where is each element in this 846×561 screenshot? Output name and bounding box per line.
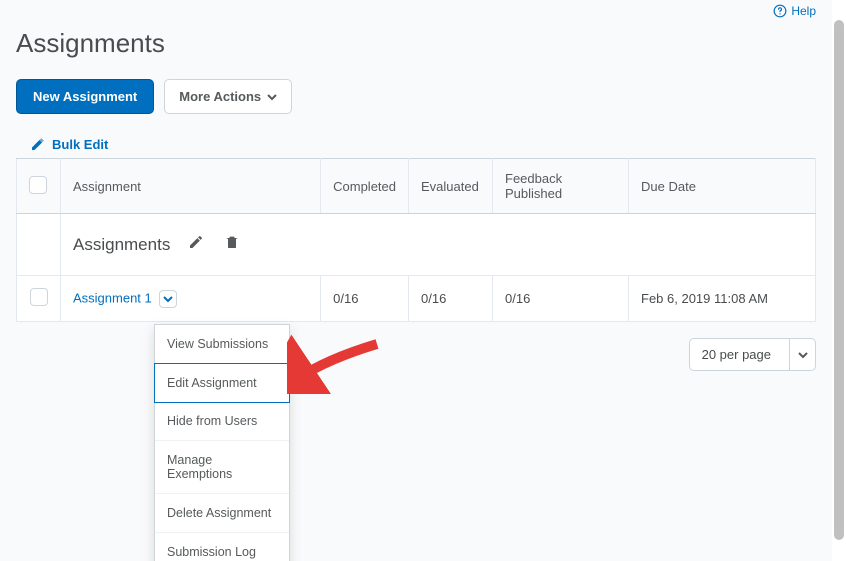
chevron-down-icon — [798, 350, 808, 360]
bulk-edit-label: Bulk Edit — [52, 137, 108, 152]
chevron-down-icon — [163, 294, 173, 304]
action-toolbar: New Assignment More Actions — [16, 79, 816, 114]
table-row: Assignment 1 0/16 0/16 0/16 Feb 6, 2019 … — [17, 276, 816, 322]
cell-completed: 0/16 — [321, 276, 409, 322]
pencil-icon — [188, 234, 204, 250]
menu-edit-assignment[interactable]: Edit Assignment — [154, 363, 290, 403]
category-row: Assignments — [17, 214, 816, 276]
header-due: Due Date — [629, 159, 816, 214]
chevron-down-icon — [267, 92, 277, 102]
bulk-edit-link[interactable]: Bulk Edit — [30, 136, 108, 152]
table-header-row: Assignment Completed Evaluated Feedback … — [17, 159, 816, 214]
row-checkbox[interactable] — [30, 288, 48, 306]
pager: 20 per page — [16, 338, 816, 371]
assignment-actions-button[interactable] — [159, 290, 177, 308]
assignments-table: Assignment Completed Evaluated Feedback … — [16, 158, 816, 322]
menu-view-submissions[interactable]: View Submissions — [155, 325, 289, 364]
page-title: Assignments — [16, 28, 816, 59]
trash-icon — [224, 234, 240, 250]
category-title: Assignments — [73, 235, 170, 254]
edit-category-button[interactable] — [188, 234, 206, 252]
help-icon — [773, 4, 787, 18]
header-assignment: Assignment — [61, 159, 321, 214]
header-evaluated: Evaluated — [409, 159, 493, 214]
header-feedback: Feedback Published — [493, 159, 629, 214]
new-assignment-button[interactable]: New Assignment — [16, 79, 154, 114]
menu-hide-from-users[interactable]: Hide from Users — [155, 402, 289, 441]
menu-manage-exemptions[interactable]: Manage Exemptions — [155, 441, 289, 494]
header-completed: Completed — [321, 159, 409, 214]
select-all-checkbox[interactable] — [29, 176, 47, 194]
delete-category-button[interactable] — [224, 234, 242, 252]
menu-delete-assignment[interactable]: Delete Assignment — [155, 494, 289, 533]
bulk-edit-icon — [30, 136, 46, 152]
cell-evaluated: 0/16 — [409, 276, 493, 322]
help-link[interactable]: Help — [773, 4, 816, 18]
scrollbar[interactable] — [832, 0, 846, 561]
per-page-value: 20 per page — [690, 339, 789, 370]
header-select-all — [17, 159, 61, 214]
per-page-select[interactable]: 20 per page — [689, 338, 816, 371]
per-page-caret — [789, 339, 815, 370]
cell-due: Feb 6, 2019 11:08 AM — [629, 276, 816, 322]
more-actions-button[interactable]: More Actions — [164, 79, 292, 114]
more-actions-label: More Actions — [179, 89, 261, 104]
menu-submission-log[interactable]: Submission Log — [155, 533, 289, 561]
scrollbar-thumb[interactable] — [834, 20, 844, 540]
assignment-actions-menu: View Submissions Edit Assignment Hide fr… — [154, 324, 290, 561]
assignment-link[interactable]: Assignment 1 — [73, 290, 152, 305]
cell-feedback: 0/16 — [493, 276, 629, 322]
help-label: Help — [791, 4, 816, 18]
